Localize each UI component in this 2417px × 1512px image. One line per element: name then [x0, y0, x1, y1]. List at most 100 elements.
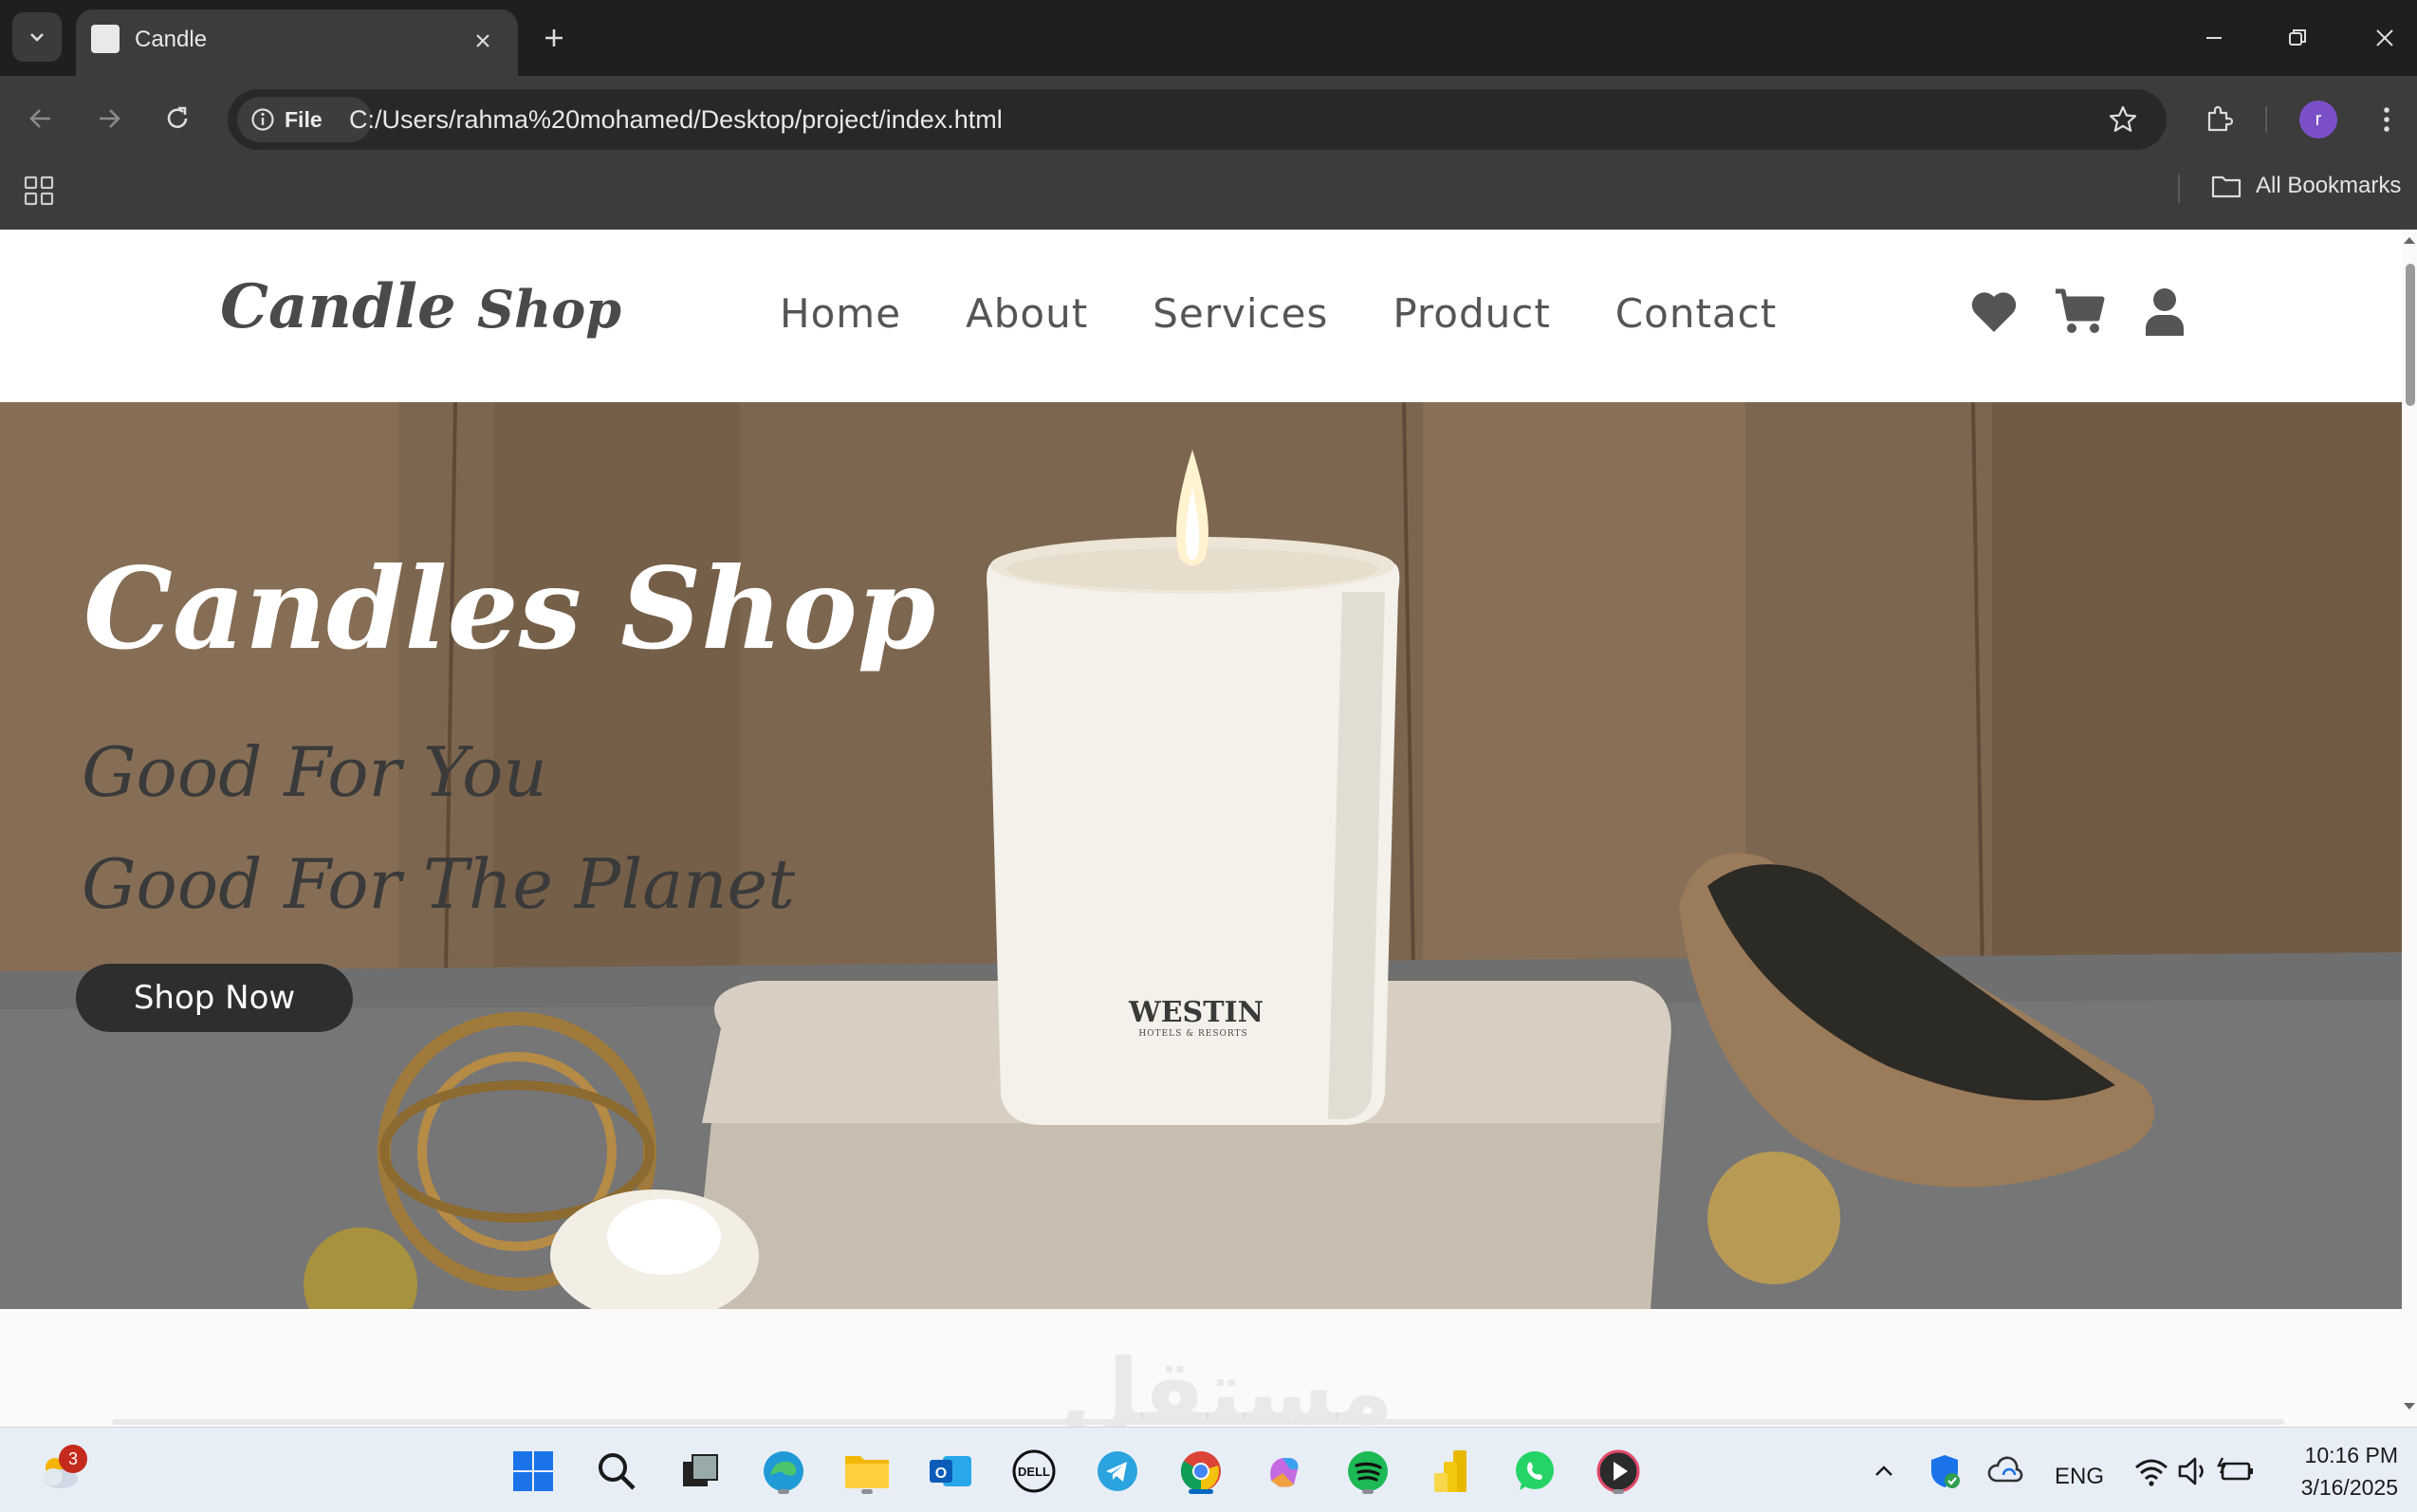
scroll-thumb[interactable]: [2406, 264, 2415, 406]
svg-text:O: O: [935, 1466, 947, 1482]
taskbar-telegram[interactable]: [1091, 1445, 1144, 1498]
taskbar-file-explorer[interactable]: [840, 1445, 894, 1498]
browser-menu-button[interactable]: [2368, 99, 2406, 140]
cloud-sync-icon: [1987, 1456, 2023, 1483]
candle-label: WESTIN HOTELS & RESORTS: [1129, 996, 1264, 1039]
language-indicator[interactable]: ENG: [2055, 1464, 2104, 1490]
nav-link-about[interactable]: About: [966, 290, 1088, 337]
volume-icon: [2178, 1457, 2204, 1485]
chrome-icon: [1180, 1451, 1221, 1492]
tab-title: Candle: [135, 27, 208, 52]
taskbar-chrome[interactable]: [1174, 1445, 1227, 1498]
folder-icon: [845, 1456, 889, 1488]
new-tab-button[interactable]: [537, 21, 571, 55]
back-button[interactable]: [19, 97, 63, 140]
tray-security[interactable]: [1918, 1445, 1971, 1498]
task-view-icon: [683, 1454, 718, 1486]
scroll-up-icon[interactable]: [2403, 235, 2416, 245]
clock-time[interactable]: 10:16 PM: [2296, 1443, 2398, 1468]
address-bar[interactable]: File C:/Users/rahma%20mohamed/Desktop/pr…: [228, 89, 2167, 150]
taskbar-dell[interactable]: DELL: [1007, 1445, 1061, 1498]
dell-icon: DELL: [1012, 1449, 1056, 1493]
candle-brand: WESTIN: [1129, 996, 1264, 1029]
shop-now-button[interactable]: Shop Now: [76, 964, 353, 1032]
arrow-right-icon: [100, 109, 120, 128]
chevron-down-icon: [30, 33, 44, 42]
site-logo[interactable]: Candle Shop: [220, 271, 621, 342]
spotify-icon: [1348, 1451, 1388, 1491]
page-viewport: Candle Shop Home About Services Product …: [0, 230, 2417, 1427]
scroll-down-icon[interactable]: [2403, 1402, 2416, 1411]
info-icon: [251, 108, 274, 131]
clock-date[interactable]: 3/16/2025: [2282, 1475, 2398, 1501]
taskbar-power-bi[interactable]: [1425, 1445, 1478, 1498]
tray-overflow-button[interactable]: [1857, 1445, 1910, 1498]
restore-button[interactable]: [2279, 19, 2316, 57]
nav-link-product[interactable]: Product: [1393, 290, 1550, 337]
site-header: Candle Shop Home About Services Product …: [0, 230, 2402, 402]
apps-grid-icon[interactable]: [23, 175, 55, 207]
profile-avatar[interactable]: r: [2299, 101, 2337, 138]
candle-brand-sub: HOTELS & RESORTS: [1138, 1029, 1248, 1039]
puzzle-icon: [2207, 105, 2234, 132]
battery-charging-icon: [2217, 1457, 2253, 1481]
heart-icon[interactable]: [1967, 285, 2020, 338]
user-icon[interactable]: [2138, 285, 2191, 338]
section-divider: [112, 1419, 2284, 1425]
taskbar-outlook[interactable]: O: [924, 1445, 977, 1498]
taskbar-spotify[interactable]: [1341, 1445, 1394, 1498]
url-text[interactable]: C:/Users/rahma%20mohamed/Desktop/project…: [349, 105, 1003, 135]
tray-battery[interactable]: [2210, 1445, 2263, 1498]
close-icon: [2376, 29, 2393, 46]
logo-sub-text: Shop: [477, 279, 622, 340]
copilot-icon: [1270, 1458, 1299, 1487]
hero-subtitle-1: Good For You: [82, 732, 547, 812]
main-nav: Home About Services Product Contact: [780, 290, 1841, 337]
windows-taskbar: 3 O DELL ENG 10:16 PM 3/16/2025: [0, 1427, 2417, 1512]
bookmark-star-button[interactable]: [2106, 102, 2140, 137]
tab-bar: Candle: [0, 0, 2417, 76]
chevron-up-icon: [1875, 1466, 1892, 1476]
nav-link-services[interactable]: Services: [1153, 290, 1328, 337]
all-bookmarks-label: All Bookmarks: [2256, 173, 2402, 198]
taskbar-copilot[interactable]: [1258, 1445, 1311, 1498]
all-bookmarks-button[interactable]: All Bookmarks: [2210, 173, 2401, 199]
tab-close-button[interactable]: [469, 27, 497, 55]
cart-icon[interactable]: [2053, 285, 2106, 338]
tray-cloud-sync[interactable]: [1979, 1445, 2032, 1498]
running-indicator: [778, 1489, 789, 1494]
whatsapp-icon: [1516, 1451, 1554, 1490]
tab-search-button[interactable]: [12, 12, 62, 62]
start-button[interactable]: [507, 1445, 560, 1498]
minimize-button[interactable]: [2195, 19, 2233, 57]
search-button[interactable]: [590, 1445, 643, 1498]
forward-button[interactable]: [87, 97, 131, 140]
telegram-icon: [1098, 1451, 1137, 1491]
power-bi-icon: [1434, 1450, 1467, 1492]
browser-toolbar: File C:/Users/rahma%20mohamed/Desktop/pr…: [0, 76, 2417, 161]
close-window-button[interactable]: [2366, 19, 2404, 57]
running-indicator: [861, 1489, 873, 1494]
task-view-button[interactable]: [673, 1445, 727, 1498]
outlook-icon: O: [930, 1456, 971, 1486]
extensions-button[interactable]: [2197, 97, 2241, 140]
close-icon: [476, 34, 489, 47]
nav-link-home[interactable]: Home: [780, 290, 901, 337]
favicon-icon: [91, 25, 120, 53]
page-scrollbar[interactable]: [2402, 230, 2417, 1427]
taskbar-whatsapp[interactable]: [1508, 1445, 1561, 1498]
taskbar-media-player[interactable]: [1592, 1445, 1645, 1498]
hero-section: WESTIN HOTELS & RESORTS Candles Shop Goo…: [0, 402, 2402, 1309]
nav-link-contact[interactable]: Contact: [1615, 290, 1777, 337]
logo-main-text: Candle: [220, 271, 456, 342]
kebab-menu-icon: [2384, 107, 2389, 132]
toolbar-divider: [2265, 106, 2267, 133]
reload-button[interactable]: [156, 97, 199, 140]
site-chip-label: File: [285, 106, 323, 132]
arrow-left-icon: [29, 109, 50, 128]
taskbar-edge[interactable]: [757, 1445, 810, 1498]
restore-icon: [2289, 29, 2306, 46]
tab-active[interactable]: Candle: [76, 9, 518, 76]
media-player-icon: [1596, 1449, 1640, 1493]
active-indicator: [1189, 1489, 1213, 1494]
